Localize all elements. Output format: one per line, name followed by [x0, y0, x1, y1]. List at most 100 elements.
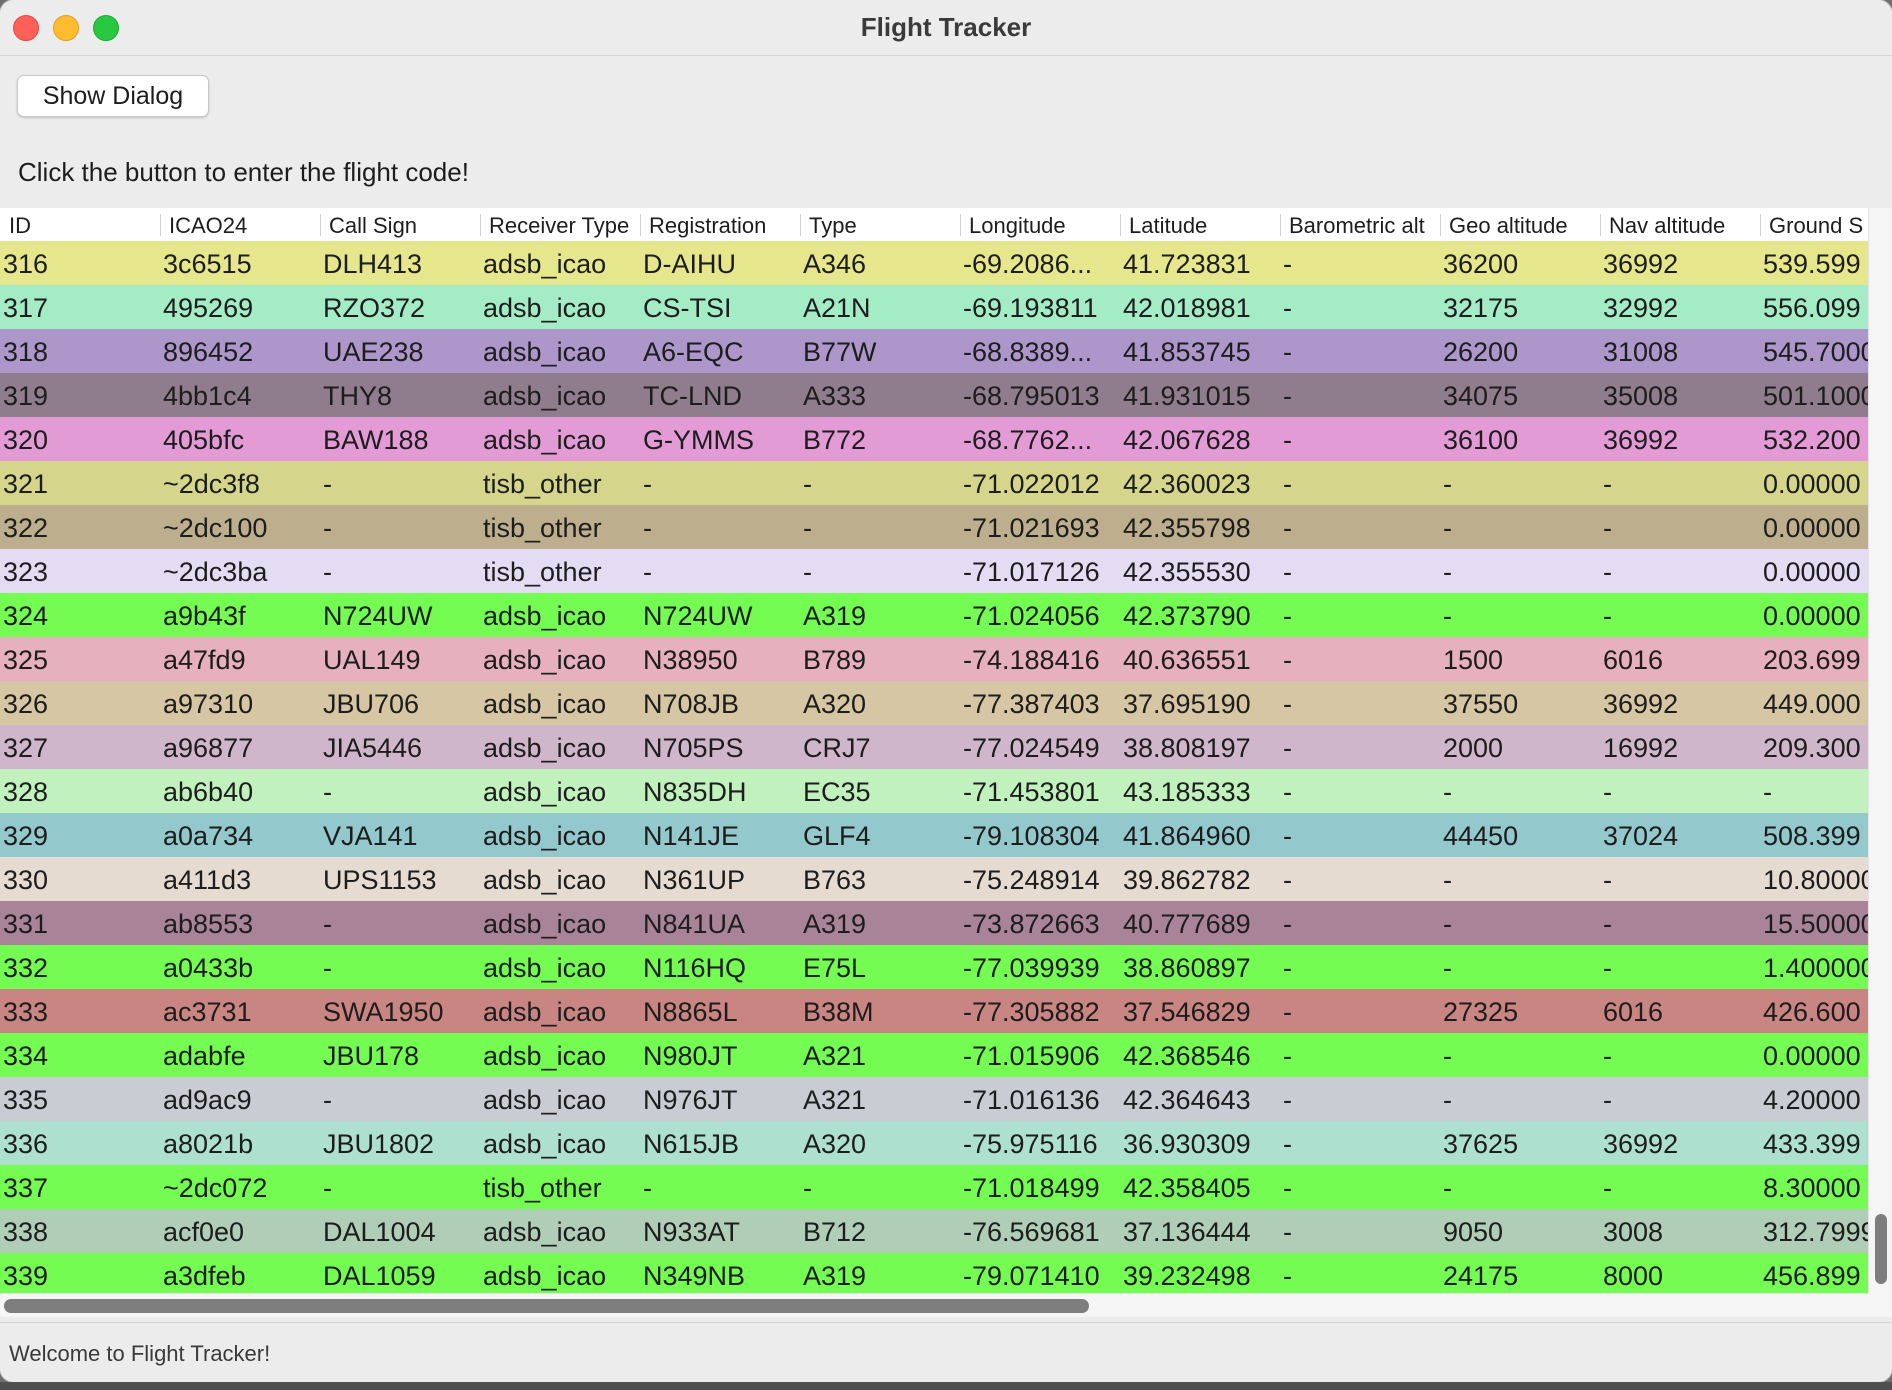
- cell-icao24[interactable]: 495269: [160, 285, 320, 329]
- cell-longitude[interactable]: -69.193811: [960, 285, 1120, 329]
- column-header-baro-alt[interactable]: Barometric alt: [1280, 208, 1440, 241]
- cell-nav-alt[interactable]: -: [1600, 505, 1760, 549]
- cell-ground-speed[interactable]: 0.00000: [1760, 505, 1868, 549]
- table-row[interactable]: 316 3c6515 DLH413 adsb_icao D-AIHU A346 -69.20…: [0, 241, 1868, 285]
- cell-id[interactable]: 339: [0, 1253, 160, 1293]
- cell-nav-alt[interactable]: 36992: [1600, 241, 1760, 285]
- cell-registration[interactable]: N708JB: [640, 681, 800, 725]
- cell-callsign[interactable]: -: [320, 1077, 480, 1121]
- cell-geo-alt[interactable]: -: [1440, 769, 1600, 813]
- cell-type[interactable]: EC35: [800, 769, 960, 813]
- cell-latitude[interactable]: 40.777689: [1120, 901, 1280, 945]
- cell-registration[interactable]: N349NB: [640, 1253, 800, 1293]
- cell-baro-alt[interactable]: -: [1280, 945, 1440, 989]
- cell-baro-alt[interactable]: -: [1280, 461, 1440, 505]
- table-row[interactable]: 326 a97310 JBU706 adsb_icao N708JB A320 -77.38…: [0, 681, 1868, 725]
- table-row[interactable]: 323 ~2dc3ba - tisb_other - - -71.017126 42.3555…: [0, 549, 1868, 593]
- cell-receiver-type[interactable]: adsb_icao: [480, 417, 640, 461]
- cell-latitude[interactable]: 42.368546: [1120, 1033, 1280, 1077]
- column-header-callsign[interactable]: Call Sign: [320, 208, 480, 241]
- cell-type[interactable]: -: [800, 461, 960, 505]
- cell-callsign[interactable]: UPS1153: [320, 857, 480, 901]
- column-header-type[interactable]: Type: [800, 208, 960, 241]
- cell-callsign[interactable]: VJA141: [320, 813, 480, 857]
- cell-registration[interactable]: N933AT: [640, 1209, 800, 1253]
- cell-geo-alt[interactable]: 27325: [1440, 989, 1600, 1033]
- cell-type[interactable]: A319: [800, 1253, 960, 1293]
- cell-registration[interactable]: D-AIHU: [640, 241, 800, 285]
- cell-longitude[interactable]: -77.039939: [960, 945, 1120, 989]
- cell-icao24[interactable]: ac3731: [160, 989, 320, 1033]
- cell-receiver-type[interactable]: adsb_icao: [480, 901, 640, 945]
- cell-registration[interactable]: A6-EQC: [640, 329, 800, 373]
- cell-icao24[interactable]: a0a734: [160, 813, 320, 857]
- cell-ground-speed[interactable]: 8.30000: [1760, 1165, 1868, 1209]
- cell-latitude[interactable]: 41.853745: [1120, 329, 1280, 373]
- column-header-registration[interactable]: Registration: [640, 208, 800, 241]
- table-row[interactable]: 325 a47fd9 UAL149 adsb_icao N38950 B789 -74.18…: [0, 637, 1868, 681]
- table-row[interactable]: 329 a0a734 VJA141 adsb_icao N141JE GLF4 -79.10…: [0, 813, 1868, 857]
- cell-id[interactable]: 330: [0, 857, 160, 901]
- cell-id[interactable]: 329: [0, 813, 160, 857]
- cell-id[interactable]: 335: [0, 1077, 160, 1121]
- cell-latitude[interactable]: 41.723831: [1120, 241, 1280, 285]
- cell-nav-alt[interactable]: -: [1600, 1165, 1760, 1209]
- cell-receiver-type[interactable]: adsb_icao: [480, 285, 640, 329]
- cell-baro-alt[interactable]: -: [1280, 549, 1440, 593]
- cell-type[interactable]: B789: [800, 637, 960, 681]
- cell-baro-alt[interactable]: -: [1280, 813, 1440, 857]
- cell-registration[interactable]: -: [640, 549, 800, 593]
- cell-nav-alt[interactable]: -: [1600, 901, 1760, 945]
- cell-nav-alt[interactable]: -: [1600, 945, 1760, 989]
- cell-ground-speed[interactable]: 15.50000: [1760, 901, 1868, 945]
- cell-baro-alt[interactable]: -: [1280, 681, 1440, 725]
- cell-baro-alt[interactable]: -: [1280, 857, 1440, 901]
- cell-registration[interactable]: N141JE: [640, 813, 800, 857]
- horizontal-scrollbar[interactable]: [0, 1293, 1868, 1317]
- cell-latitude[interactable]: 39.232498: [1120, 1253, 1280, 1293]
- cell-nav-alt[interactable]: 36992: [1600, 1121, 1760, 1165]
- cell-registration[interactable]: TC-LND: [640, 373, 800, 417]
- cell-baro-alt[interactable]: -: [1280, 1165, 1440, 1209]
- table-row[interactable]: 324 a9b43f N724UW adsb_icao N724UW A319 -71.02…: [0, 593, 1868, 637]
- cell-receiver-type[interactable]: adsb_icao: [480, 769, 640, 813]
- table-row[interactable]: 317 495269 RZO372 adsb_icao CS-TSI A21N -69.19…: [0, 285, 1868, 329]
- cell-icao24[interactable]: 896452: [160, 329, 320, 373]
- cell-nav-alt[interactable]: 35008: [1600, 373, 1760, 417]
- cell-callsign[interactable]: THY8: [320, 373, 480, 417]
- cell-geo-alt[interactable]: -: [1440, 1077, 1600, 1121]
- cell-type[interactable]: A321: [800, 1077, 960, 1121]
- cell-latitude[interactable]: 42.355798: [1120, 505, 1280, 549]
- cell-registration[interactable]: G-YMMS: [640, 417, 800, 461]
- cell-geo-alt[interactable]: 37625: [1440, 1121, 1600, 1165]
- cell-id[interactable]: 320: [0, 417, 160, 461]
- cell-type[interactable]: CRJ7: [800, 725, 960, 769]
- cell-ground-speed[interactable]: 539.599: [1760, 241, 1868, 285]
- cell-ground-speed[interactable]: 4.20000: [1760, 1077, 1868, 1121]
- cell-callsign[interactable]: -: [320, 1165, 480, 1209]
- cell-longitude[interactable]: -73.872663: [960, 901, 1120, 945]
- table-row[interactable]: 330 a411d3 UPS1153 adsb_icao N361UP B763 -75.2…: [0, 857, 1868, 901]
- cell-longitude[interactable]: -69.2086...: [960, 241, 1120, 285]
- column-header-icao24[interactable]: ICAO24: [160, 208, 320, 241]
- column-header-id[interactable]: ID: [0, 208, 160, 241]
- cell-longitude[interactable]: -68.8389...: [960, 329, 1120, 373]
- table-row[interactable]: 328 ab6b40- adsb_icao N835DH EC35 -71.453801 4…: [0, 769, 1868, 813]
- cell-callsign[interactable]: JBU706: [320, 681, 480, 725]
- cell-geo-alt[interactable]: -: [1440, 901, 1600, 945]
- table-row[interactable]: 322 ~2dc100- tisb_other - - -71.021693 42.3557…: [0, 505, 1868, 549]
- cell-longitude[interactable]: -76.569681: [960, 1209, 1120, 1253]
- cell-longitude[interactable]: -75.975116: [960, 1121, 1120, 1165]
- table-row[interactable]: 333 ac3731 SWA1950 adsb_icao N8865L B38M -77.3…: [0, 989, 1868, 1033]
- cell-geo-alt[interactable]: 36100: [1440, 417, 1600, 461]
- cell-nav-alt[interactable]: 3008: [1600, 1209, 1760, 1253]
- cell-type[interactable]: -: [800, 1165, 960, 1209]
- cell-longitude[interactable]: -68.7762...: [960, 417, 1120, 461]
- cell-latitude[interactable]: 42.018981: [1120, 285, 1280, 329]
- column-header-geo-alt[interactable]: Geo altitude: [1440, 208, 1600, 241]
- cell-ground-speed[interactable]: 545.7000: [1760, 329, 1868, 373]
- cell-type[interactable]: A319: [800, 593, 960, 637]
- cell-latitude[interactable]: 42.360023: [1120, 461, 1280, 505]
- cell-registration[interactable]: N835DH: [640, 769, 800, 813]
- cell-latitude[interactable]: 43.185333: [1120, 769, 1280, 813]
